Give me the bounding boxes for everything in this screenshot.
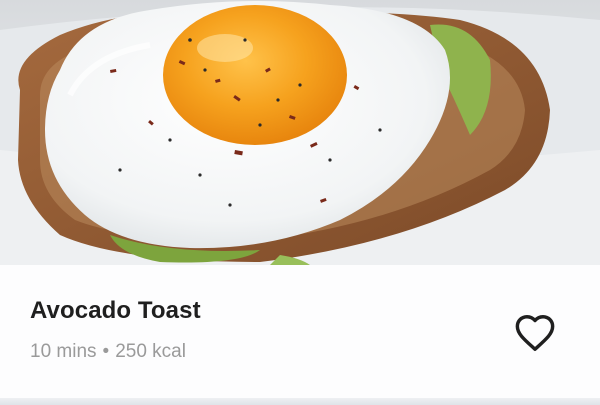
recipe-photo[interactable]	[0, 0, 600, 265]
recipe-title: Avocado Toast	[30, 297, 201, 324]
heart-outline-icon	[515, 315, 555, 351]
card-bottom-edge	[0, 398, 600, 405]
prep-time: 10 mins	[30, 341, 97, 362]
meta-separator: •	[102, 341, 110, 362]
calories: 250 kcal	[115, 341, 186, 362]
avocado-toast-image	[0, 1, 600, 265]
recipe-info: Avocado Toast 10 mins • 250 kcal	[0, 265, 600, 405]
recipe-card[interactable]: Avocado Toast 10 mins • 250 kcal	[0, 0, 600, 405]
recipe-meta: 10 mins • 250 kcal	[30, 341, 186, 363]
favorite-button[interactable]	[510, 310, 560, 354]
